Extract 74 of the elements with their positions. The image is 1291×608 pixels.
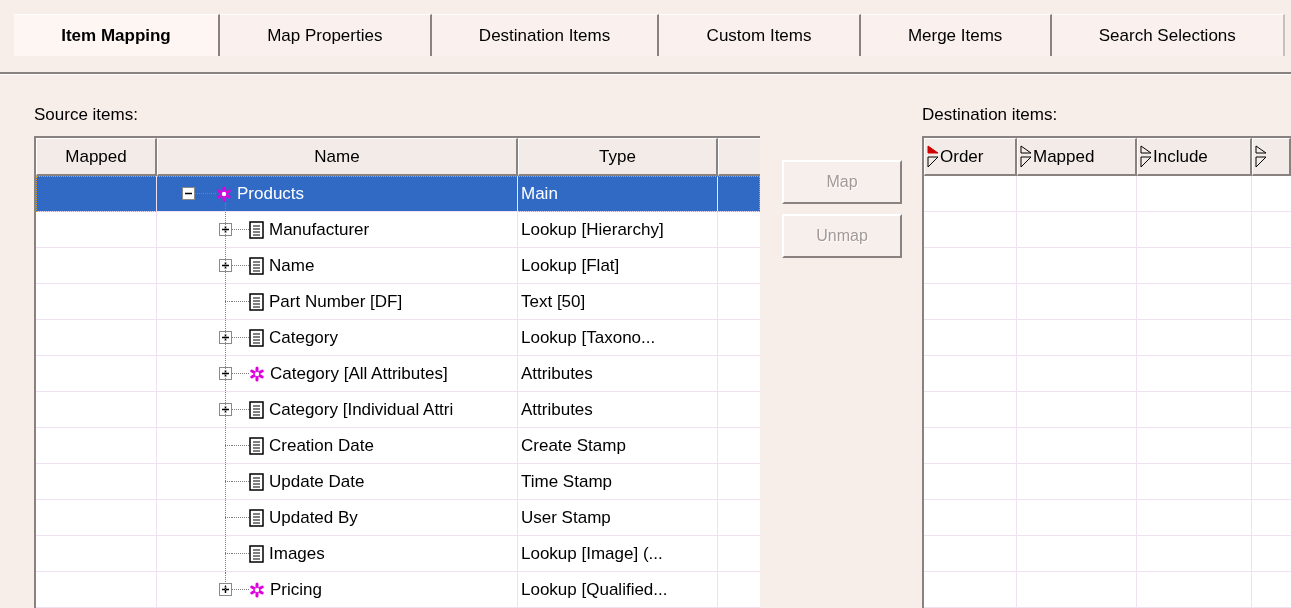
- column-label: Mapped: [1033, 146, 1095, 167]
- item-name: Updated By: [269, 507, 358, 528]
- tree-row[interactable]: Category [All Attributes] Attributes: [36, 356, 760, 392]
- item-name: Images: [269, 543, 325, 564]
- expand-icon[interactable]: [219, 259, 232, 272]
- item-type: Lookup [Image] (...: [520, 543, 663, 564]
- column-label: Include: [1153, 146, 1208, 167]
- item-type: Attributes: [520, 399, 593, 420]
- tab[interactable]: Destination Items: [431, 14, 660, 56]
- asterisk-icon: [249, 365, 265, 382]
- tree-row[interactable]: Products Main: [36, 176, 760, 212]
- item-type: Main: [520, 183, 558, 204]
- expand-icon[interactable]: [219, 403, 232, 416]
- asterisk-icon: [249, 581, 265, 598]
- item-type: Attributes: [520, 363, 593, 384]
- tree-row[interactable]: Category Lookup [Taxono...: [36, 320, 760, 356]
- tree-row[interactable]: Updated By User Stamp: [36, 500, 760, 536]
- tab[interactable]: Custom Items: [659, 14, 861, 56]
- collapse-icon[interactable]: [182, 187, 195, 200]
- table-icon: [249, 220, 264, 239]
- item-name: Category [Individual Attri: [269, 399, 454, 420]
- column-header[interactable]: [718, 138, 760, 176]
- table-icon: [249, 256, 264, 275]
- tree-row[interactable]: Images Lookup [Image] (...: [36, 536, 760, 572]
- item-name: Manufacturer: [269, 219, 370, 240]
- column-header[interactable]: Mapped: [36, 138, 157, 176]
- item-name: Creation Date: [269, 435, 374, 456]
- tree-row[interactable]: Category [Individual Attri Attributes: [36, 392, 760, 428]
- item-name: Pricing: [270, 579, 322, 600]
- tab[interactable]: Map Properties: [219, 14, 432, 56]
- tree-row[interactable]: Part Number [DF] Text [50]: [36, 284, 760, 320]
- column-header[interactable]: Mapped: [1017, 138, 1137, 176]
- table-icon: [249, 436, 264, 455]
- item-type: Time Stamp: [520, 471, 612, 492]
- destination-items-label: Destination items:: [922, 105, 1059, 126]
- column-header[interactable]: Include: [1137, 138, 1252, 176]
- source-items-label: Source items:: [34, 105, 139, 126]
- table-icon: [249, 328, 264, 347]
- tab[interactable]: Merge Items: [860, 14, 1052, 56]
- column-header[interactable]: [1252, 138, 1291, 176]
- item-name: Category [All Attributes]: [270, 363, 448, 384]
- tab[interactable]: Search Selections: [1051, 14, 1285, 56]
- item-name: Part Number [DF]: [269, 291, 403, 312]
- item-type: Text [50]: [520, 291, 586, 312]
- tree-row[interactable]: Creation Date Create Stamp: [36, 428, 760, 464]
- item-type: Lookup [Flat]: [520, 255, 620, 276]
- tree-row[interactable]: Pricing Lookup [Qualified...: [36, 572, 760, 608]
- column-header[interactable]: Name: [157, 138, 518, 176]
- asterisk-icon: [216, 185, 232, 202]
- item-type: Create Stamp: [520, 435, 626, 456]
- expand-icon[interactable]: [219, 331, 232, 344]
- item-name: Category: [269, 327, 338, 348]
- table-icon: [249, 400, 264, 419]
- item-type: Lookup [Taxono...: [520, 327, 656, 348]
- item-type: Lookup [Hierarchy]: [520, 219, 664, 240]
- expand-icon[interactable]: [219, 367, 232, 380]
- expand-icon[interactable]: [219, 583, 232, 596]
- item-name: Name: [269, 255, 315, 276]
- column-header[interactable]: Order: [924, 138, 1017, 176]
- tab[interactable]: Item Mapping: [14, 14, 220, 56]
- item-type: User Stamp: [520, 507, 611, 528]
- table-icon: [249, 292, 264, 311]
- tree-row[interactable]: Name Lookup [Flat]: [36, 248, 760, 284]
- item-name: Update Date: [269, 471, 365, 492]
- tree-row[interactable]: Update Date Time Stamp: [36, 464, 760, 500]
- tree-row[interactable]: Manufacturer Lookup [Hierarchy]: [36, 212, 760, 248]
- column-label: Order: [940, 146, 984, 167]
- table-icon: [249, 508, 264, 527]
- item-name: Products: [237, 183, 305, 204]
- expand-icon[interactable]: [219, 223, 232, 236]
- table-icon: [249, 544, 264, 563]
- column-header[interactable]: Type: [518, 138, 718, 176]
- table-icon: [249, 472, 264, 491]
- item-type: Lookup [Qualified...: [520, 579, 668, 600]
